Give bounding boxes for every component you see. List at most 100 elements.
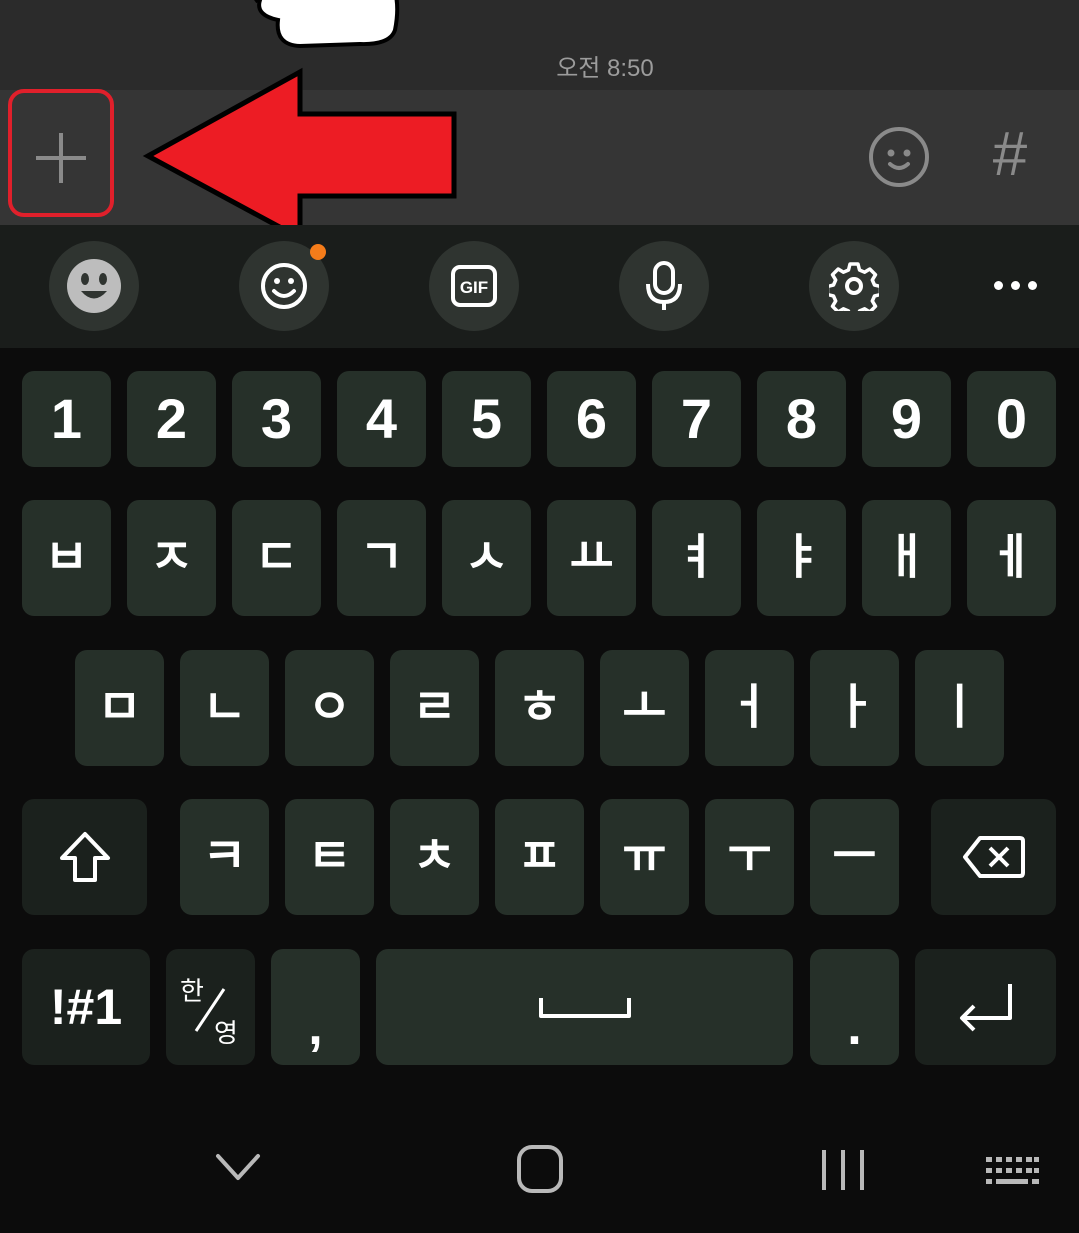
key-label: ㅕ [674,531,719,584]
key-label: 6 [575,387,608,450]
key-letter[interactable]: ㅗ [600,650,689,766]
space-key[interactable] [376,949,793,1065]
key-number[interactable]: 0 [967,371,1056,467]
key-letter[interactable]: ㅑ [757,500,846,616]
key-label: 5 [470,387,503,450]
key-label: ㅓ [727,681,772,734]
key-label: 3 [260,387,293,450]
key-letter[interactable]: ㅓ [705,650,794,766]
key-letter[interactable]: ㅇ [285,650,374,766]
key-number[interactable]: 1 [22,371,111,467]
key-letter[interactable]: ㄹ [390,650,479,766]
emoticon-face-icon[interactable] [866,124,932,190]
key-number[interactable]: 5 [442,371,531,467]
comma-key[interactable]: , [271,949,360,1065]
key-number[interactable]: 8 [757,371,846,467]
gif-icon: GIF [451,265,497,307]
keyboard-switch-icon[interactable] [984,1154,1040,1188]
symbols-key[interactable]: !#1 [22,949,150,1065]
key-label: ㅠ [622,830,667,883]
enter-key[interactable] [915,949,1056,1065]
key-letter[interactable]: ㅏ [810,650,899,766]
key-label: 0 [995,387,1028,450]
key-letter[interactable]: ㄱ [337,500,426,616]
shift-arrow-icon [59,832,110,882]
key-label: ㅋ [202,830,247,883]
key-letter[interactable]: ㅛ [547,500,636,616]
home-icon[interactable] [516,1144,564,1194]
red-arrow-annotation [142,67,457,243]
key-letter[interactable]: ㅋ [180,799,269,915]
key-letter[interactable]: ㄷ [232,500,321,616]
key-label: ㅂ [44,531,89,584]
key-label: ㅗ [622,681,667,734]
key-label: ㅎ [517,681,562,734]
key-letter[interactable]: ㅂ [22,500,111,616]
key-label: ㅇ [307,681,352,734]
key-letter[interactable]: ㅁ [75,650,164,766]
shift-key[interactable] [22,799,147,915]
key-label: ㅔ [989,531,1034,584]
key-letter[interactable]: ㅜ [705,799,794,915]
key-number[interactable]: 6 [547,371,636,467]
backspace-icon [962,836,1025,878]
hashtag-button[interactable]: # [980,120,1040,190]
key-letter[interactable]: ㅌ [285,799,374,915]
key-label: , [308,998,323,1056]
key-label: 4 [365,387,398,450]
key-letter[interactable]: ㅕ [652,500,741,616]
key-number[interactable]: 9 [862,371,951,467]
key-label: ㅛ [569,531,614,584]
face-emoji-button[interactable] [49,241,139,331]
key-label: ㅑ [779,531,824,584]
key-label: ㅜ [727,830,772,883]
backspace-key[interactable] [931,799,1056,915]
key-label: ㄴ [202,681,247,734]
sticker-image [254,0,400,49]
gif-button[interactable]: GIF [429,241,519,331]
key-letter[interactable]: ㅐ [862,500,951,616]
key-label: 9 [890,387,923,450]
key-label: ㅊ [412,830,457,883]
language-switch-key[interactable]: 한영 [166,949,255,1065]
voice-input-button[interactable] [619,241,709,331]
key-label: ㄹ [412,681,457,734]
key-label: ㅏ [832,681,877,734]
enter-return-icon [959,984,1012,1032]
key-label: ㅌ [307,830,352,883]
key-letter[interactable]: ㅠ [600,799,689,915]
period-key[interactable]: . [810,949,899,1065]
settings-gear-icon [829,262,879,311]
key-label: 2 [155,387,188,450]
recents-icon[interactable] [818,1148,868,1192]
key-label: ㅡ [832,830,877,883]
keyboard-toolbar [0,225,1079,348]
attach-plus-button[interactable] [8,89,114,217]
key-label: ㅁ [97,681,142,734]
key-number[interactable]: 2 [127,371,216,467]
key-letter[interactable]: ㅎ [495,650,584,766]
plus-icon [36,133,86,183]
key-letter[interactable]: ㅅ [442,500,531,616]
key-letter[interactable]: ㄴ [180,650,269,766]
key-label: ㄷ [254,531,299,584]
key-letter[interactable]: ㅣ [915,650,1004,766]
key-label: ㅣ [937,681,982,734]
more-dots-icon[interactable] [980,260,1050,310]
key-letter[interactable]: ㅍ [495,799,584,915]
settings-button[interactable] [809,241,899,331]
key-number[interactable]: 3 [232,371,321,467]
key-letter[interactable]: ㅡ [810,799,899,915]
key-label: !#1 [49,979,123,1035]
key-letter[interactable]: ㅈ [127,500,216,616]
microphone-icon [646,261,682,310]
key-letter[interactable]: ㅊ [390,799,479,915]
svg-text:GIF: GIF [460,278,488,297]
collapse-chevron-icon[interactable] [214,1150,262,1184]
key-label: ㅈ [149,531,194,584]
key-letter[interactable]: ㅔ [967,500,1056,616]
key-number[interactable]: 4 [337,371,426,467]
key-label: 7 [680,387,713,450]
message-timestamp: 오전 8:50 [556,55,654,82]
key-number[interactable]: 7 [652,371,741,467]
